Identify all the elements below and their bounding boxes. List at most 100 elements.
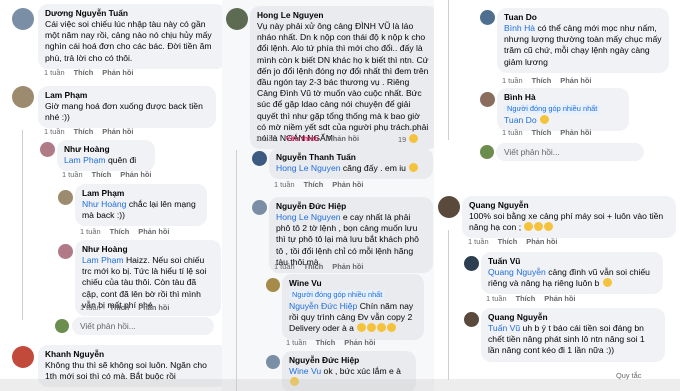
avatar[interactable] [12, 346, 34, 368]
comment-time[interactable]: 1 tuần [486, 294, 507, 303]
avatar[interactable] [266, 355, 280, 369]
mention-link[interactable]: Wine Vu [289, 366, 321, 376]
avatar[interactable] [12, 8, 34, 30]
reply-button[interactable]: Phản hồi [120, 170, 151, 179]
like-button[interactable]: Thích [304, 180, 324, 189]
reply-input[interactable]: Viết phản hồi... [496, 143, 644, 161]
reply-button[interactable]: Phản hồi [102, 127, 133, 136]
thread-line [22, 130, 23, 320]
comment-time[interactable]: 1 tuần [286, 338, 307, 347]
comment-time[interactable]: 1 tuần [468, 237, 489, 246]
comment-time[interactable]: 1 tuần [62, 170, 83, 179]
avatar[interactable] [252, 151, 267, 166]
comment-author[interactable]: Dương Nguyễn Tuấn [45, 8, 219, 19]
comment-time[interactable]: 1 tuần [274, 180, 295, 189]
mention-link[interactable]: Tuan Do [504, 115, 537, 125]
comment-author[interactable]: Hong Le Nguyen [257, 10, 431, 21]
mention-link[interactable]: Hong Le Nguyen [276, 163, 341, 173]
like-button[interactable]: Thích [74, 68, 94, 77]
reply-button[interactable]: Phản hồi [560, 128, 591, 137]
avatar[interactable] [464, 256, 479, 271]
reply-button[interactable]: Phản hồi [138, 303, 169, 312]
reply-button[interactable]: Phản hồi [138, 227, 169, 236]
comment-time[interactable]: 1 tuần [274, 262, 295, 271]
comment-author[interactable]: Nguyễn Đức Hiệp [289, 355, 409, 366]
reply-button[interactable]: Phản hồi [102, 68, 133, 77]
thread-line [448, 0, 449, 140]
like-button[interactable]: Thích [498, 237, 518, 246]
mention-link[interactable]: Nguyễn Đức Hiệp [289, 301, 357, 311]
comment-actions: 1 tuần Yêu thích Phản hồi [256, 134, 368, 143]
avatar[interactable] [226, 8, 248, 30]
avatar[interactable] [58, 244, 73, 259]
comment-actions: 1 tuần Thích Phản hồi [44, 68, 143, 77]
comment-author[interactable]: Như Hoàng [82, 244, 214, 255]
comment-time[interactable]: 1 tuần [256, 134, 277, 143]
smile-icon [409, 163, 419, 172]
avatar[interactable] [40, 142, 55, 157]
comment-time[interactable]: 1 tuần [502, 128, 523, 137]
reply-button[interactable]: Phản hồi [560, 76, 591, 85]
comment-author[interactable]: Wine Vu [289, 278, 417, 289]
reply-button[interactable]: Phản hồi [328, 134, 359, 143]
comment-time[interactable]: 1 tuần [502, 76, 523, 85]
mention-link[interactable]: Hong Le Nguyen [276, 212, 341, 222]
reply-button[interactable]: Phản hồi [344, 338, 375, 347]
comment-author[interactable]: Lam Phạm [45, 90, 209, 101]
laugh-icon [367, 323, 377, 333]
like-button[interactable]: Thích [110, 303, 130, 312]
like-button[interactable]: Thích [532, 128, 552, 137]
comment-author[interactable]: Nguyễn Thanh Tuấn [276, 152, 426, 163]
thread-line [236, 150, 237, 391]
mention-link[interactable]: Quang Nguyễn [488, 267, 546, 277]
like-button[interactable]: Thích [532, 76, 552, 85]
like-button[interactable]: Thích [316, 338, 336, 347]
like-button[interactable]: Thích [74, 127, 94, 136]
avatar[interactable] [480, 92, 495, 107]
avatar[interactable] [464, 312, 479, 327]
like-button[interactable]: Thích [304, 262, 324, 271]
mention-link[interactable]: Lam Phạm [82, 255, 124, 265]
comment-time[interactable]: 1 tuần [80, 227, 101, 236]
comment-author[interactable]: Lam Phạm [82, 188, 200, 199]
mention-link[interactable]: Lam Phạm [64, 155, 106, 165]
like-button[interactable]: Thích [110, 227, 130, 236]
mention-link[interactable]: Bình Hà [504, 23, 535, 33]
reply-button[interactable]: Phản hồi [544, 294, 575, 303]
laugh-icon [534, 222, 544, 232]
avatar[interactable] [12, 86, 34, 108]
haha-icon [409, 134, 419, 143]
comment-time[interactable]: 1 tuần [80, 303, 101, 312]
mention-link[interactable]: Tuấn Vũ [488, 323, 520, 333]
comment-actions: 1 tuần Thích Phản hồi [62, 170, 161, 179]
reaction-count[interactable]: 19 [398, 134, 419, 144]
comment-author[interactable]: Khanh Nguyễn [45, 349, 221, 360]
comment-time[interactable]: 1 tuần [44, 127, 65, 136]
avatar[interactable] [266, 278, 280, 292]
comment-bubble: Hong Le Nguyen Vụ này phải xử ông cảng Đ… [250, 6, 434, 150]
avatar[interactable] [58, 190, 73, 205]
avatar[interactable] [252, 200, 267, 215]
reply-button[interactable]: Phản hồi [526, 237, 557, 246]
comment-author[interactable]: Tuan Do [504, 12, 662, 23]
comment-actions: 1 tuần Thích Phản hồi [286, 338, 385, 347]
love-button[interactable]: Yêu thích [286, 134, 319, 143]
comment-actions: 1 tuần Thích Phản hồi [502, 76, 601, 85]
comment-time[interactable]: 1 tuần [44, 68, 65, 77]
laugh-icon [544, 222, 554, 232]
avatar[interactable] [480, 10, 495, 25]
avatar[interactable] [438, 196, 460, 218]
reply-button[interactable]: Phản hồi [332, 180, 363, 189]
comment-author[interactable]: Quang Nguyễn [488, 312, 658, 323]
like-button[interactable]: Thích [516, 294, 536, 303]
comment-author[interactable]: Nguyễn Đức Hiệp [276, 201, 426, 212]
like-button[interactable]: Thích [92, 170, 112, 179]
mention-link[interactable]: Như Hoàng [82, 199, 126, 209]
comment-author[interactable]: Quang Nguyễn [469, 200, 669, 211]
comment-author[interactable]: Bình Hà [504, 92, 622, 103]
comment-author[interactable]: Như Hoàng [64, 144, 148, 155]
reply-button[interactable]: Phản hồi [332, 262, 363, 271]
comment-author[interactable]: Tuấn Vũ [488, 256, 656, 267]
reply-input[interactable]: Viết phản hồi... [72, 317, 214, 335]
laugh-icon [524, 222, 534, 232]
